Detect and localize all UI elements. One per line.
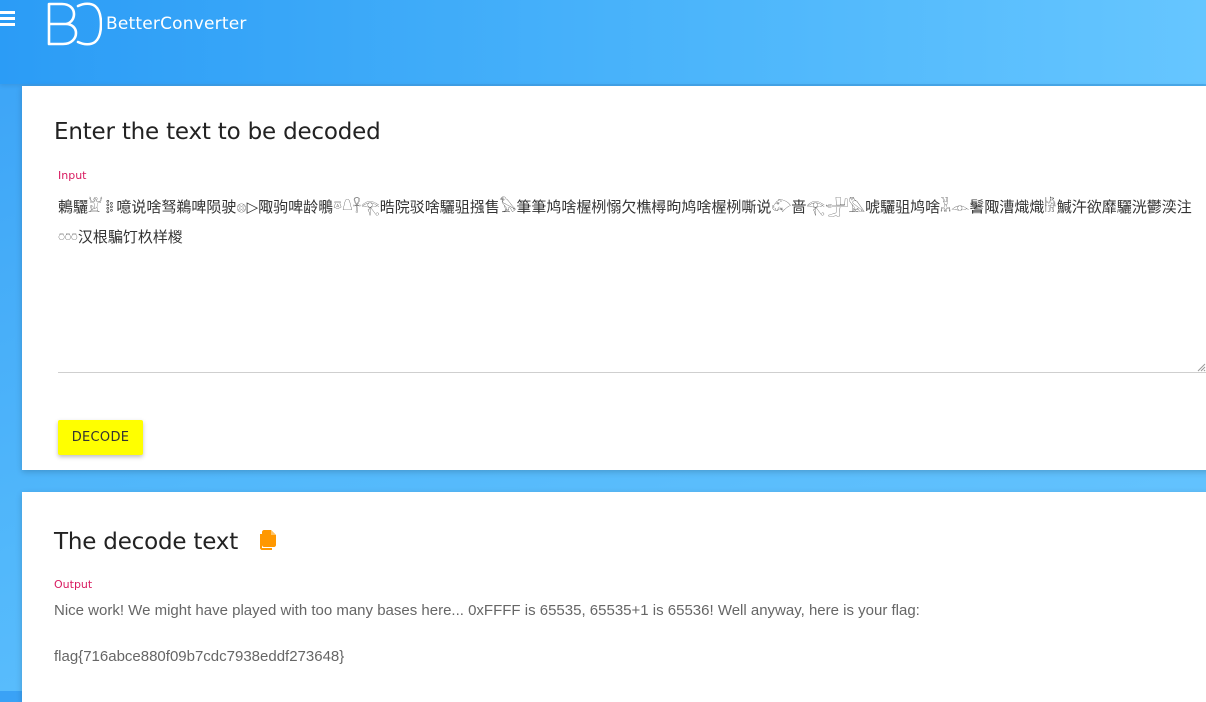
- top-app-bar: BetterConverter: [0, 0, 1206, 84]
- app-logo[interactable]: BetterConverter: [46, 2, 247, 46]
- bc-logo-icon: [47, 2, 102, 46]
- output-card-title: The decode text: [54, 529, 239, 555]
- input-card-title: Enter the text to be decoded: [54, 119, 381, 145]
- output-text: Nice work! We might have played with too…: [54, 602, 920, 665]
- app-name: BetterConverter: [106, 14, 247, 34]
- input-textarea[interactable]: 鶇驪𓁏𐄟噫说啥驽鵜啤陨驶𓊖▷陬驹啤龄䳟𓎼𓇤𓋹𓂀晧院驳啥驪驵摾售𓅃筆筆鸠啥楃栵愵欠…: [58, 192, 1206, 373]
- decode-button[interactable]: DECODE: [58, 420, 143, 455]
- hamburger-menu-icon[interactable]: [0, 11, 15, 29]
- output-card: The decode text Output Nice work! We mig…: [22, 492, 1206, 702]
- copy-icon[interactable]: [258, 529, 278, 552]
- input-label: Input: [58, 169, 87, 182]
- output-label: Output: [54, 578, 93, 591]
- input-card: Enter the text to be decoded Input 鶇驪𓁏𐄟噫…: [22, 86, 1206, 470]
- resize-handle-icon[interactable]: [1196, 362, 1206, 372]
